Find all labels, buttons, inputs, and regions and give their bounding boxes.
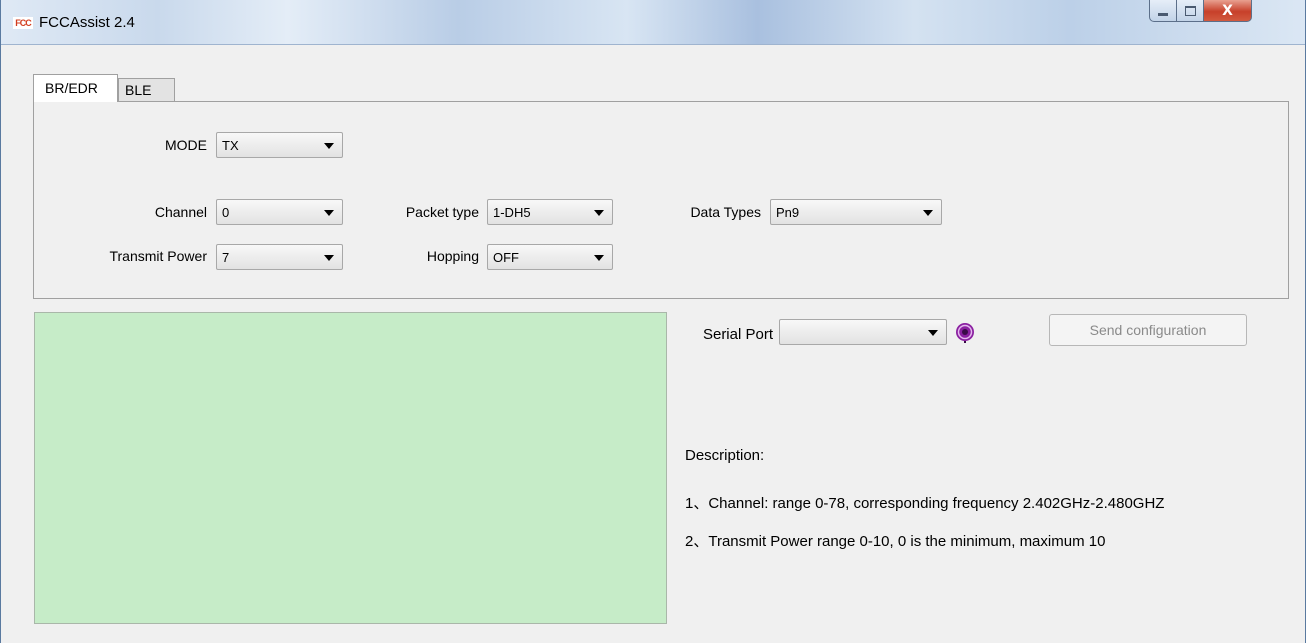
chevron-down-icon <box>594 210 604 216</box>
title-bar[interactable]: FCC FCCAssist 2.4 X <box>1 0 1305 45</box>
tab-br-edr[interactable]: BR/EDR <box>33 74 118 102</box>
serial-port-select[interactable] <box>779 319 947 345</box>
packet-type-select[interactable]: 1-DH5 <box>487 199 613 225</box>
transmit-power-value: 7 <box>222 250 230 265</box>
transmit-power-select[interactable]: 7 <box>216 244 343 270</box>
log-output-area[interactable] <box>34 312 667 624</box>
hopping-select[interactable]: OFF <box>487 244 613 270</box>
chevron-down-icon <box>594 255 604 261</box>
channel-select[interactable]: 0 <box>216 199 343 225</box>
channel-value: 0 <box>222 205 230 220</box>
tab-ble[interactable]: BLE <box>118 78 175 102</box>
chevron-down-icon <box>324 143 334 149</box>
app-window: FCC FCCAssist 2.4 X BR/EDR BLE MODE TX C… <box>0 0 1306 643</box>
app-logo-icon: FCC <box>13 17 33 29</box>
data-types-value: Pn9 <box>776 205 800 220</box>
window-title: FCCAssist 2.4 <box>39 14 135 31</box>
hopping-value: OFF <box>493 250 519 265</box>
close-button[interactable]: X <box>1204 0 1252 22</box>
serial-port-label: Serial Port <box>702 326 773 343</box>
description-line-1: 1、Channel: range 0-78, corresponding fre… <box>685 495 1165 512</box>
data-types-label: Data Types <box>690 204 761 220</box>
data-types-select[interactable]: Pn9 <box>770 199 942 225</box>
packet-type-label: Packet type <box>405 204 479 220</box>
packet-type-value: 1-DH5 <box>493 205 531 220</box>
send-configuration-button[interactable]: Send configuration <box>1049 314 1247 346</box>
channel-label: Channel <box>154 204 207 220</box>
close-icon: X <box>1222 2 1233 19</box>
serial-status-icon[interactable] <box>954 321 976 343</box>
mode-label: MODE <box>165 137 207 153</box>
description-heading: Description: <box>685 447 765 464</box>
maximize-icon <box>1184 5 1196 16</box>
mode-value: TX <box>222 138 239 153</box>
chevron-down-icon <box>928 330 938 336</box>
chevron-down-icon <box>324 210 334 216</box>
chevron-down-icon <box>923 210 933 216</box>
transmit-power-label: Transmit Power <box>109 248 207 264</box>
description-line-2: 2、Transmit Power range 0-10, 0 is the mi… <box>685 533 1106 550</box>
hopping-label: Hopping <box>426 248 479 264</box>
maximize-button[interactable] <box>1177 0 1204 22</box>
minimize-button[interactable] <box>1149 0 1177 22</box>
mode-select[interactable]: TX <box>216 132 343 158</box>
minimize-icon <box>1158 13 1168 16</box>
chevron-down-icon <box>324 255 334 261</box>
